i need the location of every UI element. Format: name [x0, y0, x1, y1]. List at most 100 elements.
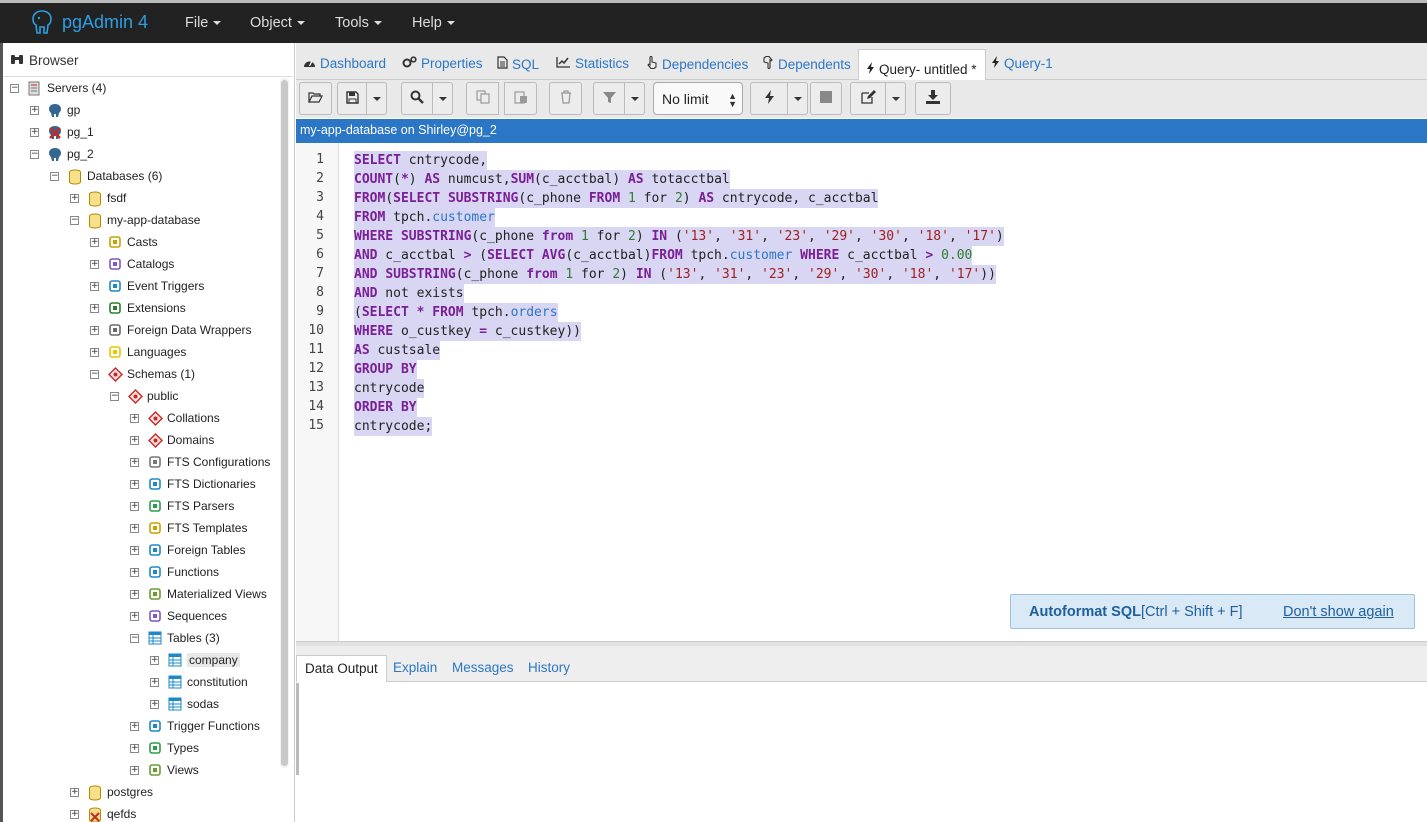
menu-help[interactable]: Help: [412, 15, 455, 31]
expand-toggle-icon[interactable]: +: [90, 282, 99, 291]
expand-toggle-icon[interactable]: +: [150, 678, 159, 687]
tree-item-qefds[interactable]: qefds: [88, 804, 136, 822]
expand-toggle-icon[interactable]: +: [130, 590, 139, 599]
expand-toggle-icon[interactable]: +: [70, 788, 79, 797]
tree-item-extensions[interactable]: Extensions: [108, 298, 186, 318]
row-limit-select[interactable]: No limit ▲ ▼: [653, 82, 743, 115]
app-brand[interactable]: pgAdmin 4: [30, 9, 148, 35]
tree-item-company[interactable]: company: [168, 650, 240, 670]
collapse-toggle-icon[interactable]: −: [70, 216, 79, 225]
collapse-toggle-icon[interactable]: −: [90, 370, 99, 379]
filter-button[interactable]: [593, 82, 625, 115]
expand-toggle-icon[interactable]: +: [130, 480, 139, 489]
tab-explain[interactable]: Explain: [393, 660, 437, 675]
execute-dropdown-button[interactable]: [788, 82, 808, 115]
tab-messages[interactable]: Messages: [452, 660, 514, 675]
collapse-toggle-icon[interactable]: −: [110, 392, 119, 401]
expand-toggle-icon[interactable]: +: [90, 238, 99, 247]
tree-item-tables[interactable]: Tables (3): [148, 628, 220, 648]
tree-item-pg-1[interactable]: pg_1: [48, 122, 94, 142]
tab-query-1[interactable]: Query-1: [992, 56, 1053, 71]
tab-properties[interactable]: Properties: [402, 56, 483, 71]
tree-item-fts-parsers[interactable]: FTS Parsers: [148, 496, 234, 516]
tab-dependents[interactable]: Dependents: [762, 55, 851, 72]
tree-item-functions[interactable]: Functions: [148, 562, 219, 582]
expand-toggle-icon[interactable]: +: [130, 436, 139, 445]
tree-item-sequences[interactable]: Sequences: [148, 606, 227, 626]
expand-toggle-icon[interactable]: +: [130, 414, 139, 423]
tree-scrollbar[interactable]: [280, 78, 289, 768]
execute-button[interactable]: [750, 82, 788, 115]
expand-toggle-icon[interactable]: +: [90, 348, 99, 357]
tree-item-servers[interactable]: Servers (4): [28, 78, 106, 98]
expand-toggle-icon[interactable]: +: [130, 568, 139, 577]
tree-item-materialized-views[interactable]: Materialized Views: [148, 584, 267, 604]
expand-toggle-icon[interactable]: +: [70, 810, 79, 819]
expand-toggle-icon[interactable]: +: [30, 106, 39, 115]
expand-toggle-icon[interactable]: +: [130, 458, 139, 467]
expand-toggle-icon[interactable]: +: [30, 128, 39, 137]
expand-toggle-icon[interactable]: +: [70, 194, 79, 203]
filter-dropdown-button[interactable]: [625, 82, 645, 115]
results-scrollbar[interactable]: [296, 683, 299, 775]
paste-button[interactable]: [504, 82, 537, 115]
tree-item-domains[interactable]: Domains: [148, 430, 214, 450]
tree-item-fts-templates[interactable]: FTS Templates: [148, 518, 247, 538]
tree-item-schemas[interactable]: Schemas (1): [108, 364, 195, 384]
collapse-toggle-icon[interactable]: −: [50, 172, 59, 181]
tree-scrollbar-thumb[interactable]: [281, 80, 288, 766]
find-dropdown-button[interactable]: [433, 82, 453, 115]
expand-toggle-icon[interactable]: +: [130, 722, 139, 731]
menu-object[interactable]: Object: [250, 15, 305, 31]
expand-toggle-icon[interactable]: +: [130, 546, 139, 555]
tree-item-public[interactable]: public: [128, 386, 178, 406]
tab-data-output[interactable]: Data Output: [296, 655, 387, 683]
collapse-toggle-icon[interactable]: −: [130, 634, 139, 643]
expand-toggle-icon[interactable]: +: [90, 304, 99, 313]
tree-item-fts-dictionaries[interactable]: FTS Dictionaries: [148, 474, 256, 494]
tree-item-event-triggers[interactable]: Event Triggers: [108, 276, 204, 296]
expand-toggle-icon[interactable]: +: [150, 700, 159, 709]
menu-file[interactable]: File: [185, 15, 222, 31]
sql-editor[interactable]: 1 2 3 4 5 6 7 8 9 10 11 12 13 14 15 SELECT cntrycode, …: [296, 143, 1427, 641]
edit-dropdown-button[interactable]: [886, 82, 906, 115]
tab-statistics[interactable]: Statistics: [556, 56, 629, 71]
tree-item-databases[interactable]: Databases (6): [68, 166, 162, 186]
tree-item-foreign-tables[interactable]: Foreign Tables: [148, 540, 246, 560]
delete-button[interactable]: [549, 82, 582, 115]
expand-toggle-icon[interactable]: +: [130, 744, 139, 753]
collapse-toggle-icon[interactable]: −: [10, 84, 19, 93]
copy-button[interactable]: [466, 82, 499, 115]
tree-item-casts[interactable]: Casts: [108, 232, 158, 252]
tab-query-untitled[interactable]: Query- untitled *: [858, 49, 986, 81]
expand-toggle-icon[interactable]: +: [90, 326, 99, 335]
tree-item-languages[interactable]: Languages: [108, 342, 186, 362]
tab-history[interactable]: History: [528, 660, 570, 675]
menu-tools[interactable]: Tools: [335, 15, 382, 31]
tree-item-collations[interactable]: Collations: [148, 408, 220, 428]
collapse-toggle-icon[interactable]: −: [30, 150, 39, 159]
tab-dependencies[interactable]: Dependencies: [646, 55, 748, 72]
tree-item-catalogs[interactable]: Catalogs: [108, 254, 174, 274]
save-dropdown-button[interactable]: [367, 82, 387, 115]
tree-item-constitution[interactable]: constitution: [168, 672, 248, 692]
tree-item-postgres[interactable]: postgres: [88, 782, 153, 802]
open-file-button[interactable]: [299, 82, 332, 115]
tree-item-types[interactable]: Types: [148, 738, 199, 758]
tree-item-pg-2[interactable]: pg_2: [48, 144, 94, 164]
expand-toggle-icon[interactable]: +: [130, 502, 139, 511]
tree-item-fsdf[interactable]: fsdf: [88, 188, 126, 208]
expand-toggle-icon[interactable]: +: [130, 524, 139, 533]
download-button[interactable]: [915, 82, 951, 115]
tree-item-fdw[interactable]: Foreign Data Wrappers: [108, 320, 252, 340]
tree-item-my-app-database[interactable]: my-app-database: [88, 210, 200, 230]
find-button[interactable]: [401, 82, 433, 115]
save-button[interactable]: [337, 82, 367, 115]
expand-toggle-icon[interactable]: +: [130, 766, 139, 775]
edit-button[interactable]: [850, 82, 886, 115]
tree-item-views[interactable]: Views: [148, 760, 199, 780]
expand-toggle-icon[interactable]: +: [90, 260, 99, 269]
tab-sql[interactable]: SQL: [497, 56, 539, 72]
tree-item-trigger-functions[interactable]: Trigger Functions: [148, 716, 260, 736]
tree-item-fts-configurations[interactable]: FTS Configurations: [148, 452, 270, 472]
